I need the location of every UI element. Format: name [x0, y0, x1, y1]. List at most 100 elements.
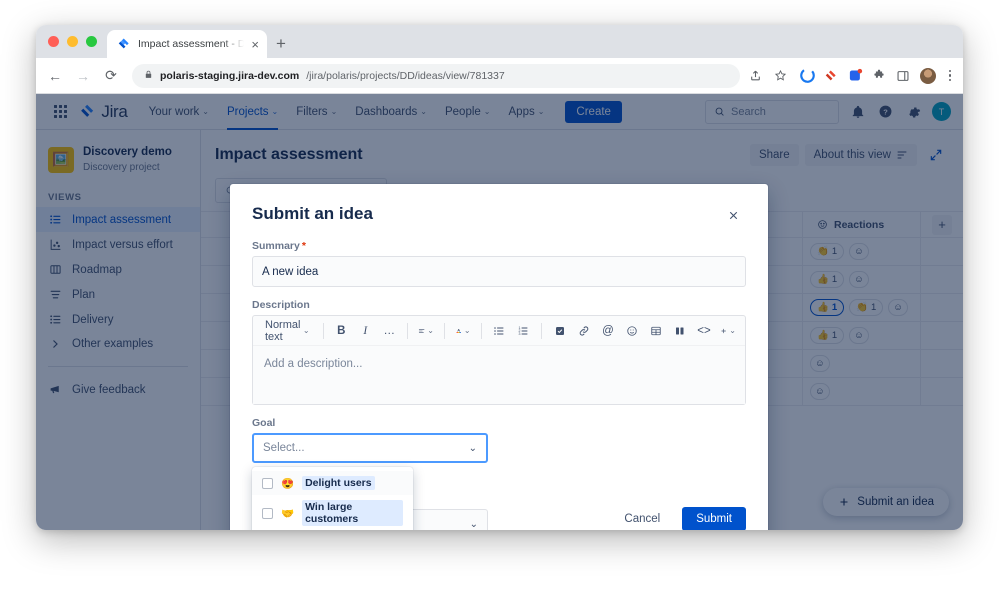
summary-input[interactable] [252, 256, 746, 287]
browser-window: Impact assessment - Discovery demo - Jir… [36, 25, 963, 530]
align-icon [418, 325, 425, 337]
summary-label: Summary * [252, 240, 746, 252]
block-style-dropdown[interactable]: Normal text ⌄ [259, 320, 316, 342]
side-panel-icon[interactable] [896, 68, 911, 83]
option-checkbox[interactable] [262, 478, 273, 489]
toolbar-separator [323, 323, 324, 339]
modal-header: Submit an idea [230, 184, 768, 228]
summary-label-text: Summary [252, 240, 300, 252]
modal-title: Submit an idea [252, 204, 720, 224]
window-controls [46, 25, 107, 58]
jira-extension-icon[interactable] [824, 68, 839, 83]
required-indicator: * [302, 240, 306, 252]
text-color-button[interactable]: A ⌄ [452, 320, 474, 342]
description-editor: Normal text ⌄ B I … ⌄ [252, 315, 746, 405]
emoji-icon [626, 325, 638, 337]
goal-option-win-large-customers[interactable]: 🤝 Win large customers [252, 495, 413, 530]
modal-body: Summary * Description Normal text ⌄ [230, 228, 768, 463]
minimize-window-button[interactable] [67, 36, 78, 47]
toolbar-separator [481, 323, 482, 339]
submit-button[interactable]: Submit [682, 507, 746, 530]
chevron-down-icon: ⌄ [469, 443, 477, 454]
table-icon [650, 325, 662, 337]
url-bar[interactable]: polaris-staging.jira-dev.com/jira/polari… [132, 64, 740, 88]
grammarly-extension-icon[interactable] [800, 68, 815, 83]
bullet-list-button[interactable] [488, 320, 510, 342]
goal-label: Goal [252, 417, 746, 429]
option-checkbox[interactable] [262, 508, 273, 519]
new-tab-button[interactable]: + [267, 30, 295, 58]
share-icon[interactable] [748, 68, 763, 83]
chrome-menu-button[interactable] [945, 70, 956, 82]
task-list-icon [554, 325, 566, 337]
table-button[interactable] [645, 320, 667, 342]
browser-address-bar: ← → ⟳ polaris-staging.jira-dev.com/jira/… [36, 58, 963, 94]
chevron-down-icon: ⌄ [464, 326, 471, 335]
submit-idea-modal: Submit an idea Summary * Description [230, 184, 768, 530]
link-icon [578, 325, 590, 337]
text-align-button[interactable]: ⌄ [415, 320, 437, 342]
svg-text:3: 3 [519, 332, 521, 336]
goal-option-label: Delight users [302, 476, 375, 490]
description-label-text: Description [252, 299, 310, 311]
task-list-button[interactable] [549, 320, 571, 342]
chevron-down-icon: ⌄ [729, 326, 736, 335]
emoji-button[interactable] [621, 320, 643, 342]
goal-placeholder: Select... [263, 442, 305, 454]
close-icon[interactable] [720, 202, 746, 228]
reload-button[interactable]: ⟳ [98, 63, 124, 89]
goal-field-wrapper: Select... ⌄ ⌄ 😍 Delight [252, 433, 488, 463]
capture-extension-icon[interactable] [848, 68, 863, 83]
bookmark-star-icon[interactable] [773, 68, 788, 83]
editor-toolbar: Normal text ⌄ B I … ⌄ [253, 316, 745, 346]
description-textarea[interactable]: Add a description... [253, 346, 745, 404]
chrome-profile-avatar[interactable] [920, 68, 936, 84]
jira-favicon-icon [117, 37, 131, 51]
goal-option-delight-users[interactable]: 😍 Delight users [252, 471, 413, 495]
extension-icons [794, 68, 956, 84]
close-tab-button[interactable]: × [251, 38, 259, 51]
description-label: Description [252, 299, 746, 311]
forward-button[interactable]: → [70, 63, 96, 89]
jira-application: Jira Your work ⌄ Projects ⌄ Filters ⌄ Da… [36, 94, 963, 530]
goal-emoji: 😍 [281, 477, 294, 490]
chevron-down-icon: ⌄ [303, 326, 310, 335]
numbered-list-button[interactable]: 123 [512, 320, 534, 342]
puzzle-extension-icon[interactable] [872, 68, 887, 83]
back-button[interactable]: ← [42, 63, 68, 89]
goal-option-label: Win large customers [302, 500, 403, 526]
code-button[interactable]: <> [693, 320, 715, 342]
goal-label-text: Goal [252, 417, 275, 429]
numbered-list-icon: 123 [517, 325, 529, 337]
url-path: /jira/polaris/projects/DD/ideas/view/781… [306, 70, 504, 82]
toolbar-separator [407, 323, 408, 339]
mention-button[interactable]: @ [597, 320, 619, 342]
toolbar-separator [541, 323, 542, 339]
goal-options-menu: 😍 Delight users 🤝 Win large customers 📈 … [252, 467, 413, 530]
bold-button[interactable]: B [330, 320, 352, 342]
close-window-button[interactable] [48, 36, 59, 47]
url-domain: polaris-staging.jira-dev.com [160, 70, 299, 82]
toolbar-separator [444, 323, 445, 339]
bullet-list-icon [493, 325, 505, 337]
lock-icon [144, 70, 153, 82]
goal-select[interactable]: Select... ⌄ [252, 433, 488, 463]
cancel-button[interactable]: Cancel [614, 507, 670, 530]
browser-tab-title: Impact assessment - Discovery demo - Jir… [138, 38, 244, 50]
svg-text:A: A [457, 327, 460, 332]
layout-icon [674, 325, 686, 337]
omnibox-actions [748, 68, 792, 83]
maximize-window-button[interactable] [86, 36, 97, 47]
text-color-icon: A [455, 324, 462, 337]
layout-button[interactable] [669, 320, 691, 342]
goal-emoji: 🤝 [281, 507, 294, 520]
more-formatting-button[interactable]: … [378, 320, 400, 342]
browser-tab[interactable]: Impact assessment - Discovery demo - Jir… [107, 30, 267, 58]
italic-button[interactable]: I [354, 320, 376, 342]
browser-tab-strip: Impact assessment - Discovery demo - Jir… [36, 25, 963, 58]
plus-icon [720, 325, 727, 337]
chevron-down-icon: ⌄ [470, 519, 478, 530]
link-button[interactable] [573, 320, 595, 342]
block-style-label: Normal text [265, 319, 301, 343]
insert-button[interactable]: ⌄ [717, 320, 739, 342]
